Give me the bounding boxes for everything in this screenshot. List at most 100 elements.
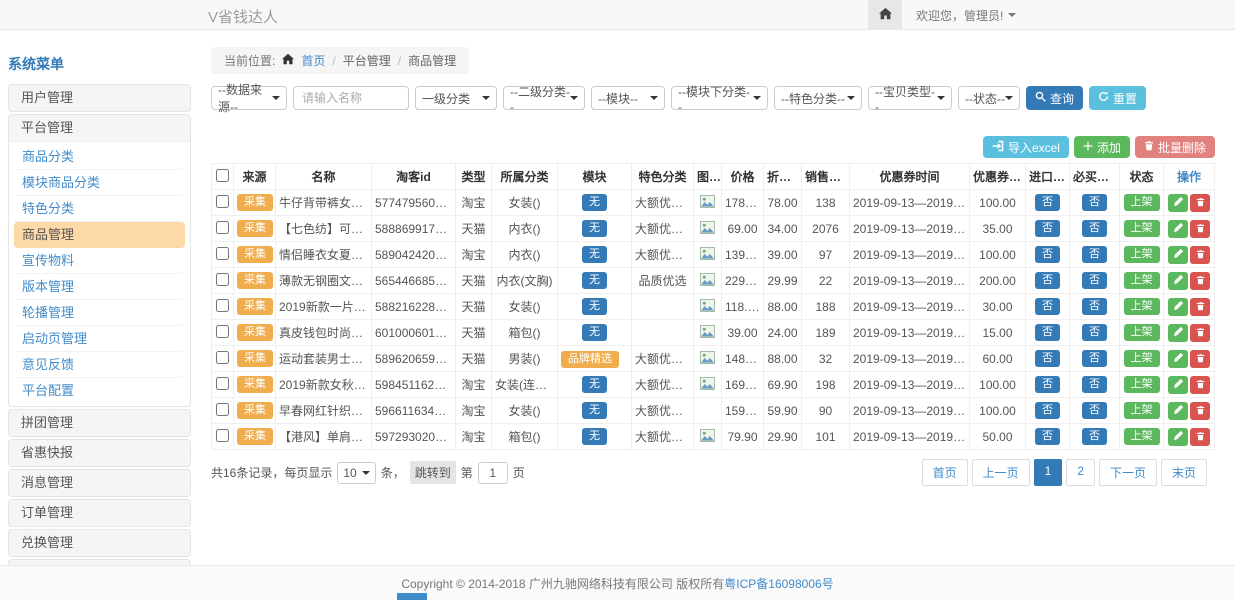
select-all-checkbox[interactable]	[216, 169, 229, 182]
edit-button[interactable]	[1168, 428, 1188, 446]
import-select-toggle[interactable]: 否	[1035, 376, 1060, 393]
delete-button[interactable]	[1190, 272, 1210, 290]
edit-button[interactable]	[1168, 194, 1188, 212]
row-checkbox[interactable]	[216, 273, 229, 286]
must-buy-toggle[interactable]: 否	[1082, 428, 1107, 445]
sidebar-link[interactable]: 启动页管理	[14, 326, 185, 352]
add-button[interactable]: 添加	[1074, 136, 1130, 158]
edit-button[interactable]	[1168, 402, 1188, 420]
page-button[interactable]: 末页	[1161, 459, 1207, 486]
batch-delete-button[interactable]: 批量删除	[1135, 136, 1215, 158]
import-excel-button[interactable]: 导入excel	[983, 136, 1069, 158]
sidebar-link[interactable]: 宣传物料	[14, 248, 185, 274]
import-select-toggle[interactable]: 否	[1035, 324, 1060, 341]
import-select-toggle[interactable]: 否	[1035, 402, 1060, 419]
sidebar-group-toggle[interactable]: 用户管理	[9, 85, 190, 111]
delete-button[interactable]	[1190, 194, 1210, 212]
reset-button[interactable]: 重置	[1089, 86, 1146, 110]
module-sub-select[interactable]: --模块下分类--	[671, 86, 768, 110]
import-select-toggle[interactable]: 否	[1035, 428, 1060, 445]
breadcrumb-home-link[interactable]: 首页	[301, 52, 325, 69]
edit-button[interactable]	[1168, 324, 1188, 342]
sidebar-link[interactable]: 版本管理	[14, 274, 185, 300]
edit-button[interactable]	[1168, 376, 1188, 394]
import-select-toggle[interactable]: 否	[1035, 246, 1060, 263]
page-button[interactable]: 下一页	[1099, 459, 1157, 486]
page-button[interactable]: 1	[1034, 459, 1063, 486]
must-buy-toggle[interactable]: 否	[1082, 324, 1107, 341]
status-button[interactable]: 上架	[1124, 246, 1160, 263]
status-button[interactable]: 上架	[1124, 324, 1160, 341]
level2-category-select[interactable]: --二级分类--	[503, 86, 585, 110]
jump-page-input[interactable]	[478, 462, 508, 484]
sidebar-link[interactable]: 商品分类	[14, 144, 185, 170]
import-select-toggle[interactable]: 否	[1035, 220, 1060, 237]
sidebar-link[interactable]: 平台配置	[14, 378, 185, 404]
import-select-toggle[interactable]: 否	[1035, 194, 1060, 211]
module-select[interactable]: --模块--	[591, 86, 665, 110]
delete-button[interactable]	[1190, 246, 1210, 264]
sidebar-group-toggle[interactable]: 订单管理	[9, 500, 190, 526]
item-type-select[interactable]: --宝贝类型--	[868, 86, 952, 110]
edit-button[interactable]	[1168, 272, 1188, 290]
status-button[interactable]: 上架	[1124, 272, 1160, 289]
page-size-select[interactable]: 10	[337, 462, 375, 484]
delete-button[interactable]	[1190, 402, 1210, 420]
must-buy-toggle[interactable]: 否	[1082, 350, 1107, 367]
edit-button[interactable]	[1168, 298, 1188, 316]
import-select-toggle[interactable]: 否	[1035, 272, 1060, 289]
home-button[interactable]	[868, 0, 902, 30]
must-buy-toggle[interactable]: 否	[1082, 376, 1107, 393]
delete-button[interactable]	[1190, 376, 1210, 394]
must-buy-toggle[interactable]: 否	[1082, 272, 1107, 289]
page-button[interactable]: 上一页	[972, 459, 1030, 486]
icp-link[interactable]: 粤ICP备16098006号	[724, 575, 833, 592]
status-button[interactable]: 上架	[1124, 194, 1160, 211]
sidebar-link[interactable]: 意见反馈	[14, 352, 185, 378]
feature-category-select[interactable]: --特色分类--	[774, 86, 862, 110]
user-menu[interactable]: 欢迎您，管理员!	[902, 7, 1030, 24]
delete-button[interactable]	[1190, 350, 1210, 368]
row-checkbox[interactable]	[216, 221, 229, 234]
name-search-input[interactable]	[293, 86, 409, 110]
edit-button[interactable]	[1168, 220, 1188, 238]
delete-button[interactable]	[1190, 220, 1210, 238]
page-button[interactable]: 首页	[922, 459, 968, 486]
status-button[interactable]: 上架	[1124, 428, 1160, 445]
status-button[interactable]: 上架	[1124, 220, 1160, 237]
sidebar-group-toggle[interactable]: 消息管理	[9, 470, 190, 496]
edit-button[interactable]	[1168, 246, 1188, 264]
row-checkbox[interactable]	[216, 429, 229, 442]
data-source-select[interactable]: --数据来源--	[211, 86, 287, 110]
row-checkbox[interactable]	[216, 247, 229, 260]
status-button[interactable]: 上架	[1124, 350, 1160, 367]
must-buy-toggle[interactable]: 否	[1082, 246, 1107, 263]
search-button[interactable]: 查询	[1026, 86, 1083, 110]
sidebar-group-toggle[interactable]: 兑换管理	[9, 530, 190, 556]
must-buy-toggle[interactable]: 否	[1082, 220, 1107, 237]
status-button[interactable]: 上架	[1124, 298, 1160, 315]
delete-button[interactable]	[1190, 324, 1210, 342]
must-buy-toggle[interactable]: 否	[1082, 402, 1107, 419]
row-checkbox[interactable]	[216, 299, 229, 312]
import-select-toggle[interactable]: 否	[1035, 350, 1060, 367]
sidebar-link[interactable]: 商品管理	[14, 222, 185, 248]
must-buy-toggle[interactable]: 否	[1082, 298, 1107, 315]
sidebar-link[interactable]: 特色分类	[14, 196, 185, 222]
edit-button[interactable]	[1168, 350, 1188, 368]
row-checkbox[interactable]	[216, 195, 229, 208]
page-button[interactable]: 2	[1066, 459, 1095, 486]
import-select-toggle[interactable]: 否	[1035, 298, 1060, 315]
sidebar-link[interactable]: 轮播管理	[14, 300, 185, 326]
row-checkbox[interactable]	[216, 325, 229, 338]
sidebar-link[interactable]: 模块商品分类	[14, 170, 185, 196]
status-button[interactable]: 上架	[1124, 402, 1160, 419]
jump-button[interactable]: 跳转到	[410, 461, 456, 484]
row-checkbox[interactable]	[216, 351, 229, 364]
sidebar-group-toggle[interactable]: 省惠快报	[9, 440, 190, 466]
sidebar-group-toggle[interactable]: 拼团管理	[9, 410, 190, 436]
delete-button[interactable]	[1190, 298, 1210, 316]
status-select[interactable]: --状态--	[958, 86, 1020, 110]
level1-category-select[interactable]: 一级分类	[415, 86, 497, 110]
row-checkbox[interactable]	[216, 403, 229, 416]
